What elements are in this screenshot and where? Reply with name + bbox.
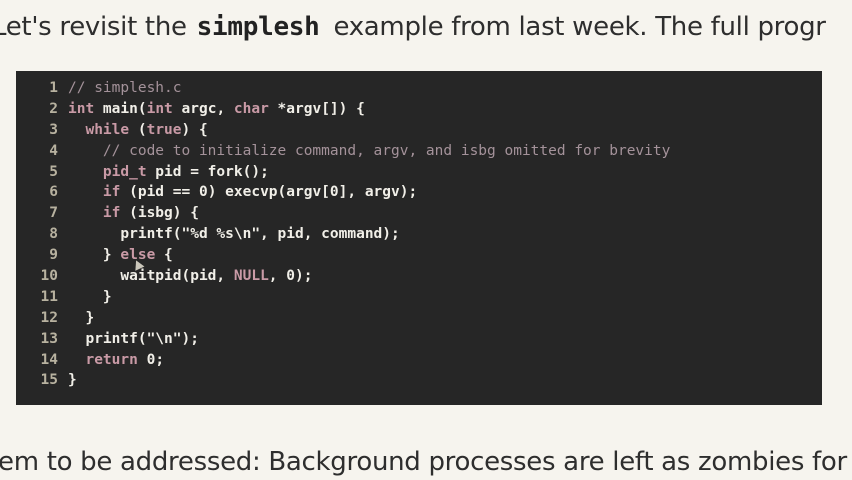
code-listing: 1 // simplesh.c 2 int main(int argc, char *… <box>16 71 822 405</box>
intro-text-before: Let's revisit the <box>0 12 195 42</box>
code-line: 8 printf(" %d %s\n ", pid, command); <box>16 224 822 245</box>
code-token: , 0); <box>268 268 313 285</box>
code-token: ", pid, command); <box>251 226 400 243</box>
intro-code-term: simplesh <box>196 12 320 42</box>
code-line: 12 } <box>16 308 822 329</box>
line-number: 14 <box>40 351 58 368</box>
line-number: 3 <box>49 121 58 138</box>
code-token: if <box>102 184 121 201</box>
line-number: 5 <box>49 163 58 180</box>
code-line: 1 // simplesh.c <box>16 78 822 99</box>
intro-text-after: example from last week. The full progr <box>325 12 826 42</box>
line-number: 12 <box>40 309 58 326</box>
line-number: 8 <box>49 226 58 243</box>
line-number: 1 <box>49 80 58 96</box>
line-number: 2 <box>49 100 58 117</box>
intro-sentence: Let's revisit the simplesh example from … <box>0 12 826 42</box>
line-number: 9 <box>49 247 58 264</box>
code-token: } <box>68 372 77 389</box>
code-token: } <box>68 247 121 264</box>
code-token: while <box>85 121 130 138</box>
code-token: argc, <box>172 100 234 117</box>
code-token: } <box>68 309 95 326</box>
line-number: 11 <box>40 288 58 305</box>
code-token: *argv[]) { <box>268 100 365 117</box>
line-number: 10 <box>40 268 58 285</box>
line-number: 13 <box>40 330 58 347</box>
code-token: } <box>68 288 112 305</box>
code-line: 13 printf("\n"); <box>16 329 822 350</box>
code-token: true <box>146 121 182 138</box>
code-line: 4 // code to initialize command, argv, a… <box>16 141 822 162</box>
code-token: printf(" <box>68 226 191 243</box>
code-token: waitpid(pid, <box>68 268 234 285</box>
code-token: printf("\n"); <box>68 330 199 347</box>
line-number: 4 <box>49 142 58 159</box>
code-line: 5 pid_t pid = fork(); <box>16 162 822 183</box>
code-token: if <box>102 205 121 222</box>
code-line: 2 int main(int argc, char *argv[]) { <box>16 99 822 120</box>
code-line: 7 if (isbg) { <box>16 203 822 224</box>
code-token: // code to initialize command, argv, and… <box>102 142 671 159</box>
code-line: 6 if (pid == 0) execvp(argv[0], argv); <box>16 182 822 203</box>
code-token: { <box>155 247 173 264</box>
code-token: main( <box>94 100 147 117</box>
code-line: 14 return 0; <box>16 350 822 371</box>
code-token: return <box>85 351 138 368</box>
code-token: pid = fork(); <box>146 163 269 180</box>
line-number: 6 <box>49 184 58 201</box>
code-token: // simplesh.c <box>68 80 182 96</box>
bottom-sentence: em to be addressed: Background processes… <box>0 447 847 477</box>
code-token: ) { <box>181 121 208 138</box>
code-line: 11 } <box>16 287 822 308</box>
code-token: (pid == 0) execvp(argv[0], argv); <box>120 184 418 201</box>
code-token: %d %s\n <box>190 226 252 243</box>
code-line: 15} <box>16 370 822 391</box>
line-number: 15 <box>40 372 58 389</box>
code-token: pid_t <box>102 163 147 180</box>
code-token: ( <box>129 121 147 138</box>
code-token: 0; <box>137 351 165 368</box>
code-token: int <box>68 100 95 117</box>
code-token: (isbg) { <box>120 205 199 222</box>
code-token: char <box>233 100 269 117</box>
code-line: 3 while (true) { <box>16 120 822 141</box>
code-token: NULL <box>233 268 269 285</box>
line-number: 7 <box>49 205 58 222</box>
code-token: int <box>146 100 173 117</box>
